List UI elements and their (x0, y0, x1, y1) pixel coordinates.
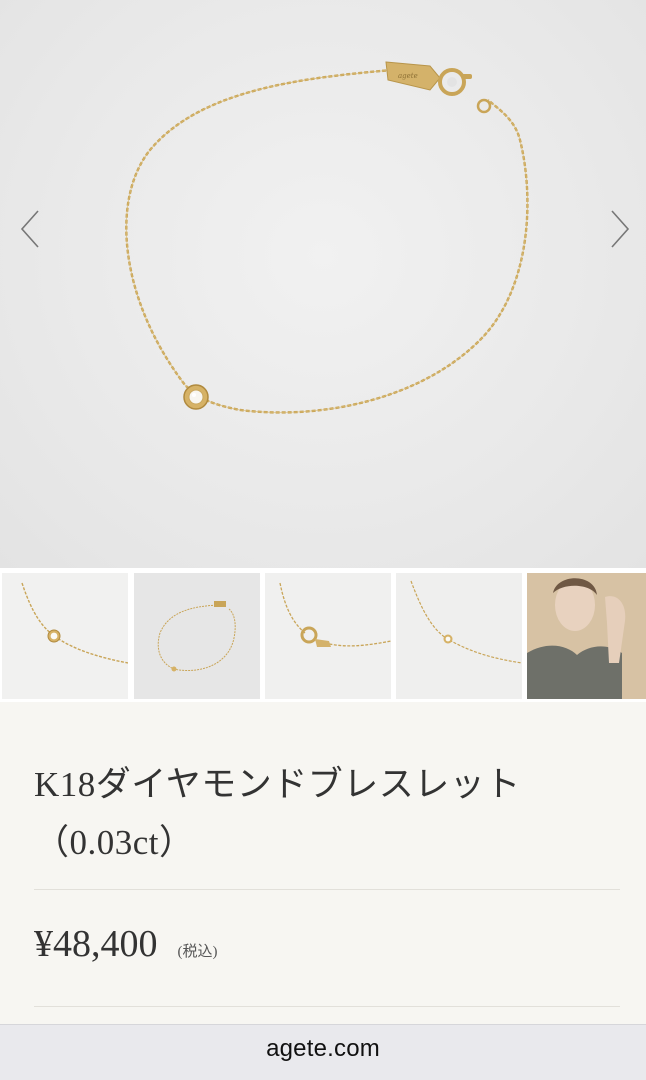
divider (34, 1006, 620, 1007)
thumb-closeup-stone[interactable] (2, 573, 128, 699)
thumb-stone-side-image (410, 580, 522, 664)
product-price: ¥48,400 (34, 923, 158, 965)
url-text[interactable]: agete.com (0, 1035, 646, 1063)
thumb-closeup-stone-image (21, 582, 128, 664)
price-row: ¥48,400 (税込) (34, 922, 218, 972)
product-title-line2: （0.03ct） (34, 823, 195, 862)
tax-note: (税込) (177, 944, 218, 960)
bracelet-image: agete (125, 61, 529, 414)
prev-image-button[interactable] (16, 205, 44, 253)
product-title-line1: K18ダイヤモンドブレスレット (34, 765, 521, 804)
divider (34, 889, 620, 890)
thumb-model-wearing-image (527, 573, 646, 699)
svg-text:agete: agete (398, 72, 418, 80)
thumb-stone-side[interactable] (396, 573, 522, 699)
thumb-clasp-image (279, 582, 391, 647)
browser-address-bar[interactable]: agete.com (0, 1024, 646, 1080)
thumb-model-wearing[interactable] (527, 573, 646, 699)
product-main-image[interactable]: agete (0, 0, 646, 568)
product-title: K18ダイヤモンドブレスレット （0.03ct） (34, 756, 614, 872)
chevron-right-icon (611, 210, 630, 248)
thumb-full-bracelet-image (157, 601, 236, 672)
next-image-button[interactable] (606, 205, 634, 253)
thumbnail-strip (0, 568, 646, 702)
thumb-clasp[interactable] (265, 573, 391, 699)
chevron-left-icon (20, 210, 39, 248)
thumb-full-bracelet[interactable] (134, 573, 260, 699)
